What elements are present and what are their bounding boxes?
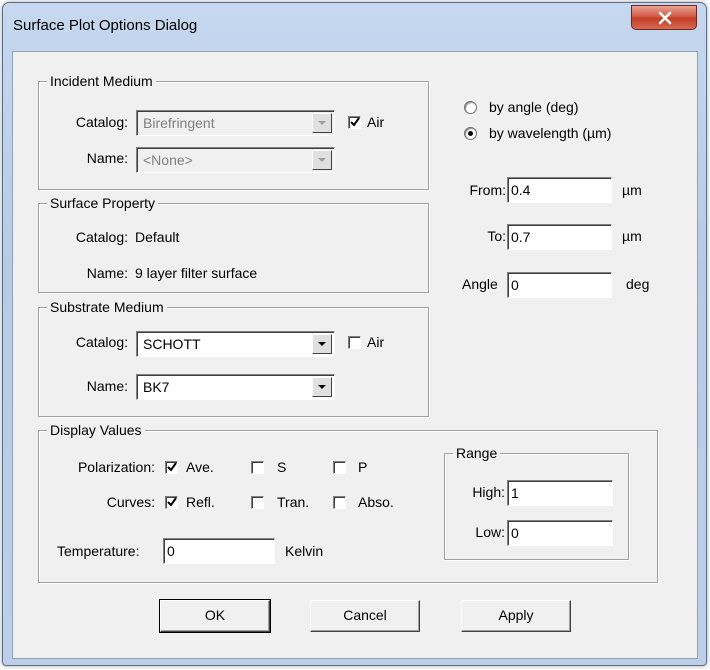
pol-ave-label: Ave. <box>186 459 214 475</box>
chevron-down-icon <box>312 334 332 354</box>
substrate-medium-group: Substrate Medium <box>38 299 429 417</box>
substrate-air-label: Air <box>367 334 385 350</box>
cur-abso-checkbox[interactable] <box>333 496 346 509</box>
cur-tran-label: Tran. <box>277 494 310 510</box>
substrate-name-select[interactable]: BK7 <box>136 374 335 400</box>
checkmark-icon <box>167 462 177 472</box>
pol-s-label: S <box>277 459 287 475</box>
incident-air-label: Air <box>367 114 385 130</box>
pol-p-checkbox[interactable] <box>333 461 346 474</box>
substrate-name-value: BK7 <box>143 379 170 395</box>
from-input[interactable] <box>507 177 612 203</box>
from-label: From: <box>469 182 506 198</box>
incident-air-checkbox[interactable] <box>348 116 361 129</box>
low-label: Low: <box>475 524 505 540</box>
high-input[interactable] <box>507 480 613 506</box>
surface-property-legend: Surface Property <box>47 195 159 211</box>
cancel-button[interactable]: Cancel <box>310 600 420 632</box>
incident-catalog-label: Catalog: <box>75 114 128 130</box>
surface-name-value: 9 layer filter surface <box>135 265 258 281</box>
pol-p-label: P <box>358 459 368 475</box>
by-wavelength-radio[interactable] <box>464 127 477 140</box>
by-angle-label: by angle (deg) <box>489 99 579 115</box>
ok-button[interactable]: OK <box>159 599 271 633</box>
substrate-catalog-select[interactable]: SCHOTT <box>136 331 335 357</box>
to-unit: µm <box>622 228 642 244</box>
low-input[interactable] <box>507 520 613 546</box>
angle-label: Angle <box>462 276 498 292</box>
incident-medium-legend: Incident Medium <box>47 73 156 89</box>
dialog-window: Surface Plot Options Dialog Incident Med… <box>2 2 707 666</box>
incident-name-label: Name: <box>86 150 128 166</box>
polarization-label: Polarization: <box>77 459 155 475</box>
chevron-down-icon <box>312 377 332 397</box>
angle-input[interactable] <box>507 272 612 298</box>
incident-catalog-value: Birefringent <box>143 115 215 131</box>
cur-abso-label: Abso. <box>358 494 394 510</box>
close-icon <box>658 11 672 25</box>
cur-refl-label: Refl. <box>186 494 215 510</box>
checkmark-icon <box>167 497 177 507</box>
to-label: To: <box>487 228 506 244</box>
surface-catalog-value: Default <box>135 229 180 245</box>
angle-unit: deg <box>626 276 650 292</box>
apply-button[interactable]: Apply <box>461 600 571 632</box>
cur-refl-checkbox[interactable] <box>165 496 178 509</box>
close-button[interactable] <box>631 5 697 30</box>
surface-catalog-label: Catalog: <box>75 229 128 245</box>
from-unit: µm <box>622 182 642 198</box>
incident-catalog-select[interactable]: Birefringent <box>136 110 335 136</box>
display-values-legend: Display Values <box>47 422 145 438</box>
chevron-down-icon <box>312 113 332 133</box>
substrate-catalog-label: Catalog: <box>75 334 128 350</box>
temperature-unit: Kelvin <box>285 543 324 559</box>
checkmark-icon <box>350 117 360 127</box>
temperature-label: Temperature: <box>57 543 140 559</box>
title-bar[interactable]: Surface Plot Options Dialog <box>3 3 706 53</box>
by-angle-radio[interactable] <box>464 101 477 114</box>
substrate-medium-legend: Substrate Medium <box>47 299 167 315</box>
pol-s-checkbox[interactable] <box>251 461 264 474</box>
by-wavelength-label: by wavelength (µm) <box>489 125 612 141</box>
cur-tran-checkbox[interactable] <box>251 496 264 509</box>
incident-name-value: <None> <box>143 152 193 168</box>
substrate-air-checkbox[interactable] <box>348 336 361 349</box>
substrate-name-label: Name: <box>86 378 128 394</box>
window-title: Surface Plot Options Dialog <box>13 17 198 34</box>
substrate-catalog-value: SCHOTT <box>143 336 201 352</box>
dialog-body: Incident Medium Catalog: Birefringent Ai… <box>12 51 698 659</box>
to-input[interactable] <box>507 224 612 250</box>
range-legend: Range <box>453 445 501 461</box>
curves-label: Curves: <box>106 494 155 510</box>
chevron-down-icon <box>312 150 332 170</box>
incident-name-select[interactable]: <None> <box>136 147 335 173</box>
temperature-input[interactable] <box>163 538 275 564</box>
high-label: High: <box>472 484 505 500</box>
surface-name-label: Name: <box>86 265 128 281</box>
pol-ave-checkbox[interactable] <box>165 461 178 474</box>
